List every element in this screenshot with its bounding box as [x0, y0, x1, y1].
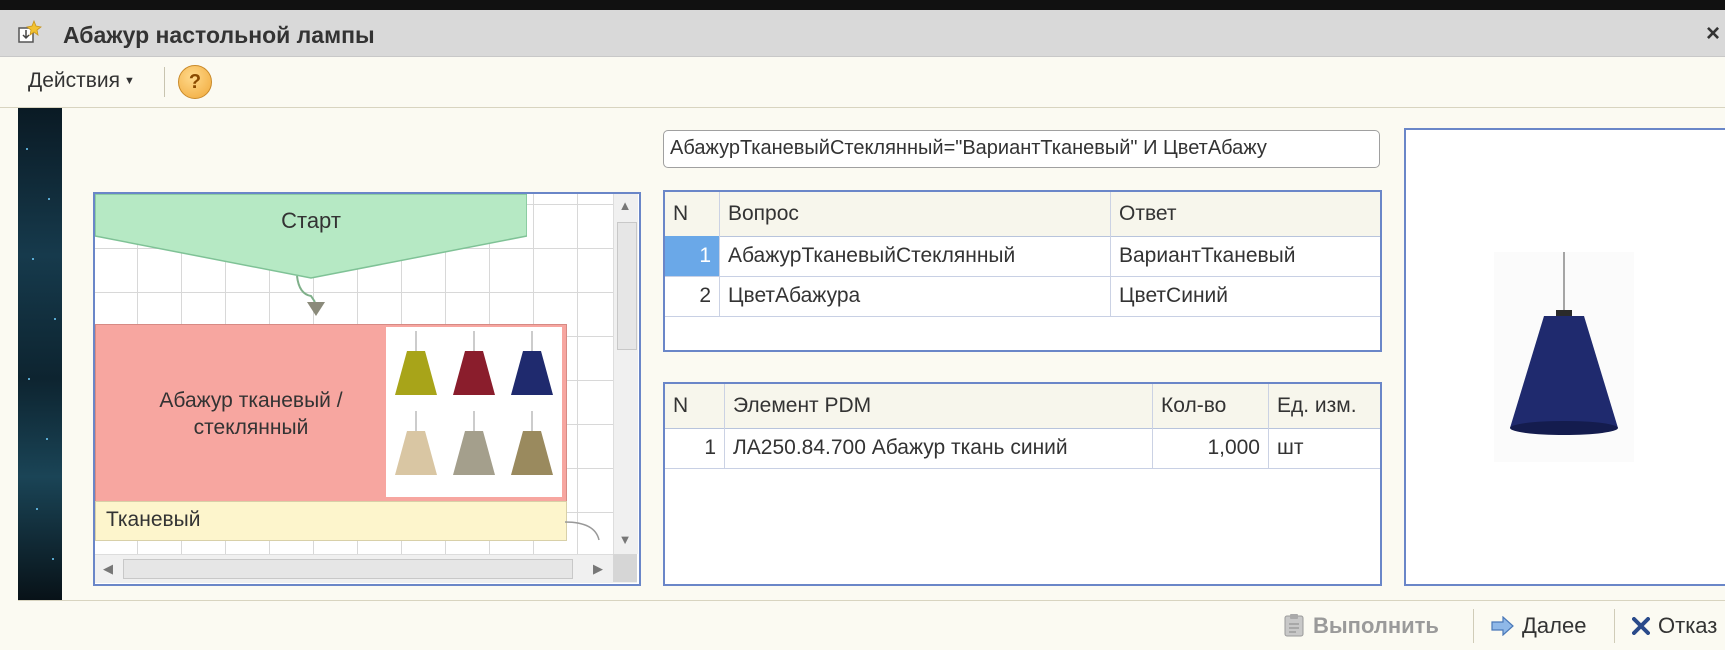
actions-menu-button[interactable]: Действия ▼ [28, 69, 135, 93]
table-row[interactable]: 2 ЦветАбажура ЦветСиний [665, 276, 1380, 317]
questions-table-header: N Вопрос Ответ [665, 192, 1380, 237]
product-image-panel [1404, 128, 1725, 586]
column-header-pdm-element[interactable]: Элемент PDM [725, 384, 1153, 428]
row-number: 1 [665, 428, 725, 468]
pdm-element-cell: ЛА250.84.700 Абажур ткань синий [725, 428, 1153, 468]
questions-table[interactable]: N Вопрос Ответ 1 АбажурТканевыйСтеклянны… [663, 190, 1382, 352]
condition-text: АбажурТканевыйСтеклянный="ВариантТканевы… [670, 137, 1267, 159]
answer-option-label: Тканевый [106, 508, 201, 531]
cancel-label: Отказ [1658, 613, 1718, 638]
quantity-cell: 1,000 [1153, 428, 1269, 468]
column-header-answer[interactable]: Ответ [1111, 192, 1380, 236]
answer-cell: ЦветСиний [1119, 284, 1229, 307]
window-title: Абажур настольной лампы [63, 22, 375, 48]
start-node-label: Старт [281, 208, 341, 233]
window-top-edge [0, 0, 1725, 10]
unit-cell: шт [1277, 436, 1304, 459]
scroll-down-icon[interactable]: ▼ [614, 528, 636, 552]
question-cell: АбажурТканевыйСтеклянный [720, 236, 1111, 276]
toolbar-separator [164, 67, 165, 97]
question-cell: ЦветАбажура [720, 276, 1111, 316]
scroll-up-icon[interactable]: ▲ [614, 194, 636, 218]
pdm-table-header: N Элемент PDM Кол-во Ед. изм. [665, 384, 1380, 429]
footer-separator [1614, 609, 1615, 643]
lampshade-thumbnails [386, 327, 562, 497]
column-header-unit[interactable]: Ед. изм. [1269, 384, 1380, 428]
clipboard-icon [1283, 613, 1305, 639]
horizontal-scrollbar[interactable]: ◀ ▶ [95, 554, 637, 583]
close-button[interactable]: × [1706, 20, 1720, 48]
lampshade-photo [1494, 252, 1634, 462]
vertical-scroll-thumb[interactable] [617, 222, 637, 350]
lampshade-window: Абажур настольной лампы × Действия ▼ ? Ст… [0, 0, 1725, 650]
background-network-decoration [18, 108, 62, 600]
lampshade-thumbnail [511, 331, 553, 395]
column-header-quantity[interactable]: Кол-во [1153, 384, 1269, 428]
help-button[interactable]: ? [178, 65, 212, 99]
scrollbar-corner [613, 554, 637, 582]
left-edge [0, 108, 19, 650]
scroll-right-icon[interactable]: ▶ [587, 557, 609, 581]
title-bar[interactable]: Абажур настольной лампы × [0, 10, 1725, 57]
column-header-question[interactable]: Вопрос [720, 192, 1111, 236]
arrow-right-icon [1490, 613, 1514, 639]
condition-field[interactable]: АбажурТканевыйСтеклянный="ВариантТканевы… [663, 130, 1380, 168]
dropdown-arrow-icon: ▼ [124, 75, 135, 87]
next-label: Далее [1522, 613, 1587, 638]
branch-connector [565, 521, 600, 541]
start-node-shape[interactable] [95, 194, 527, 280]
horizontal-scroll-thumb[interactable] [123, 559, 573, 579]
column-header-n[interactable]: N [665, 384, 725, 428]
pdm-elements-table[interactable]: N Элемент PDM Кол-во Ед. изм. 1 ЛА250.84… [663, 382, 1382, 586]
actions-label: Действия [28, 69, 121, 92]
answer-option-row[interactable]: Тканевый [95, 501, 567, 541]
table-row[interactable]: 1 АбажурТканевыйСтеклянный ВариантТканев… [665, 236, 1380, 277]
footer-bar: Выполнить Далее Отказ [18, 600, 1725, 650]
vertical-scrollbar[interactable]: ▲ ▼ [613, 194, 638, 554]
lampshade-thumbnail [395, 411, 437, 475]
decision-flowchart[interactable]: Старт Абажур тканевый / стеклянный Ткане… [93, 192, 641, 586]
toolbar: Действия ▼ ? [0, 57, 1725, 108]
lampshade-thumbnail [453, 411, 495, 475]
lampshade-thumbnail [511, 411, 553, 475]
lampshade-thumbnail [453, 331, 495, 395]
cancel-button[interactable]: Отказ [1632, 613, 1717, 639]
lampshade-type-node[interactable]: Абажур тканевый / стеклянный [95, 324, 567, 502]
scroll-left-icon[interactable]: ◀ [97, 557, 119, 581]
answer-cell: ВариантТканевый [1119, 244, 1296, 267]
lampshade-thumbnail [395, 331, 437, 395]
lampshade-type-label: Абажур тканевый / стеклянный [159, 389, 343, 439]
column-header-n[interactable]: N [665, 192, 720, 236]
footer-separator [1473, 609, 1474, 643]
next-button[interactable]: Далее [1490, 613, 1586, 639]
row-number: 1 [665, 236, 720, 276]
close-icon [1632, 613, 1650, 639]
table-row[interactable]: 1 ЛА250.84.700 Абажур ткань синий 1,000 … [665, 428, 1380, 469]
run-button[interactable]: Выполнить [1283, 613, 1439, 639]
row-number: 2 [665, 276, 720, 316]
run-label: Выполнить [1313, 613, 1439, 638]
form-icon [18, 19, 42, 43]
